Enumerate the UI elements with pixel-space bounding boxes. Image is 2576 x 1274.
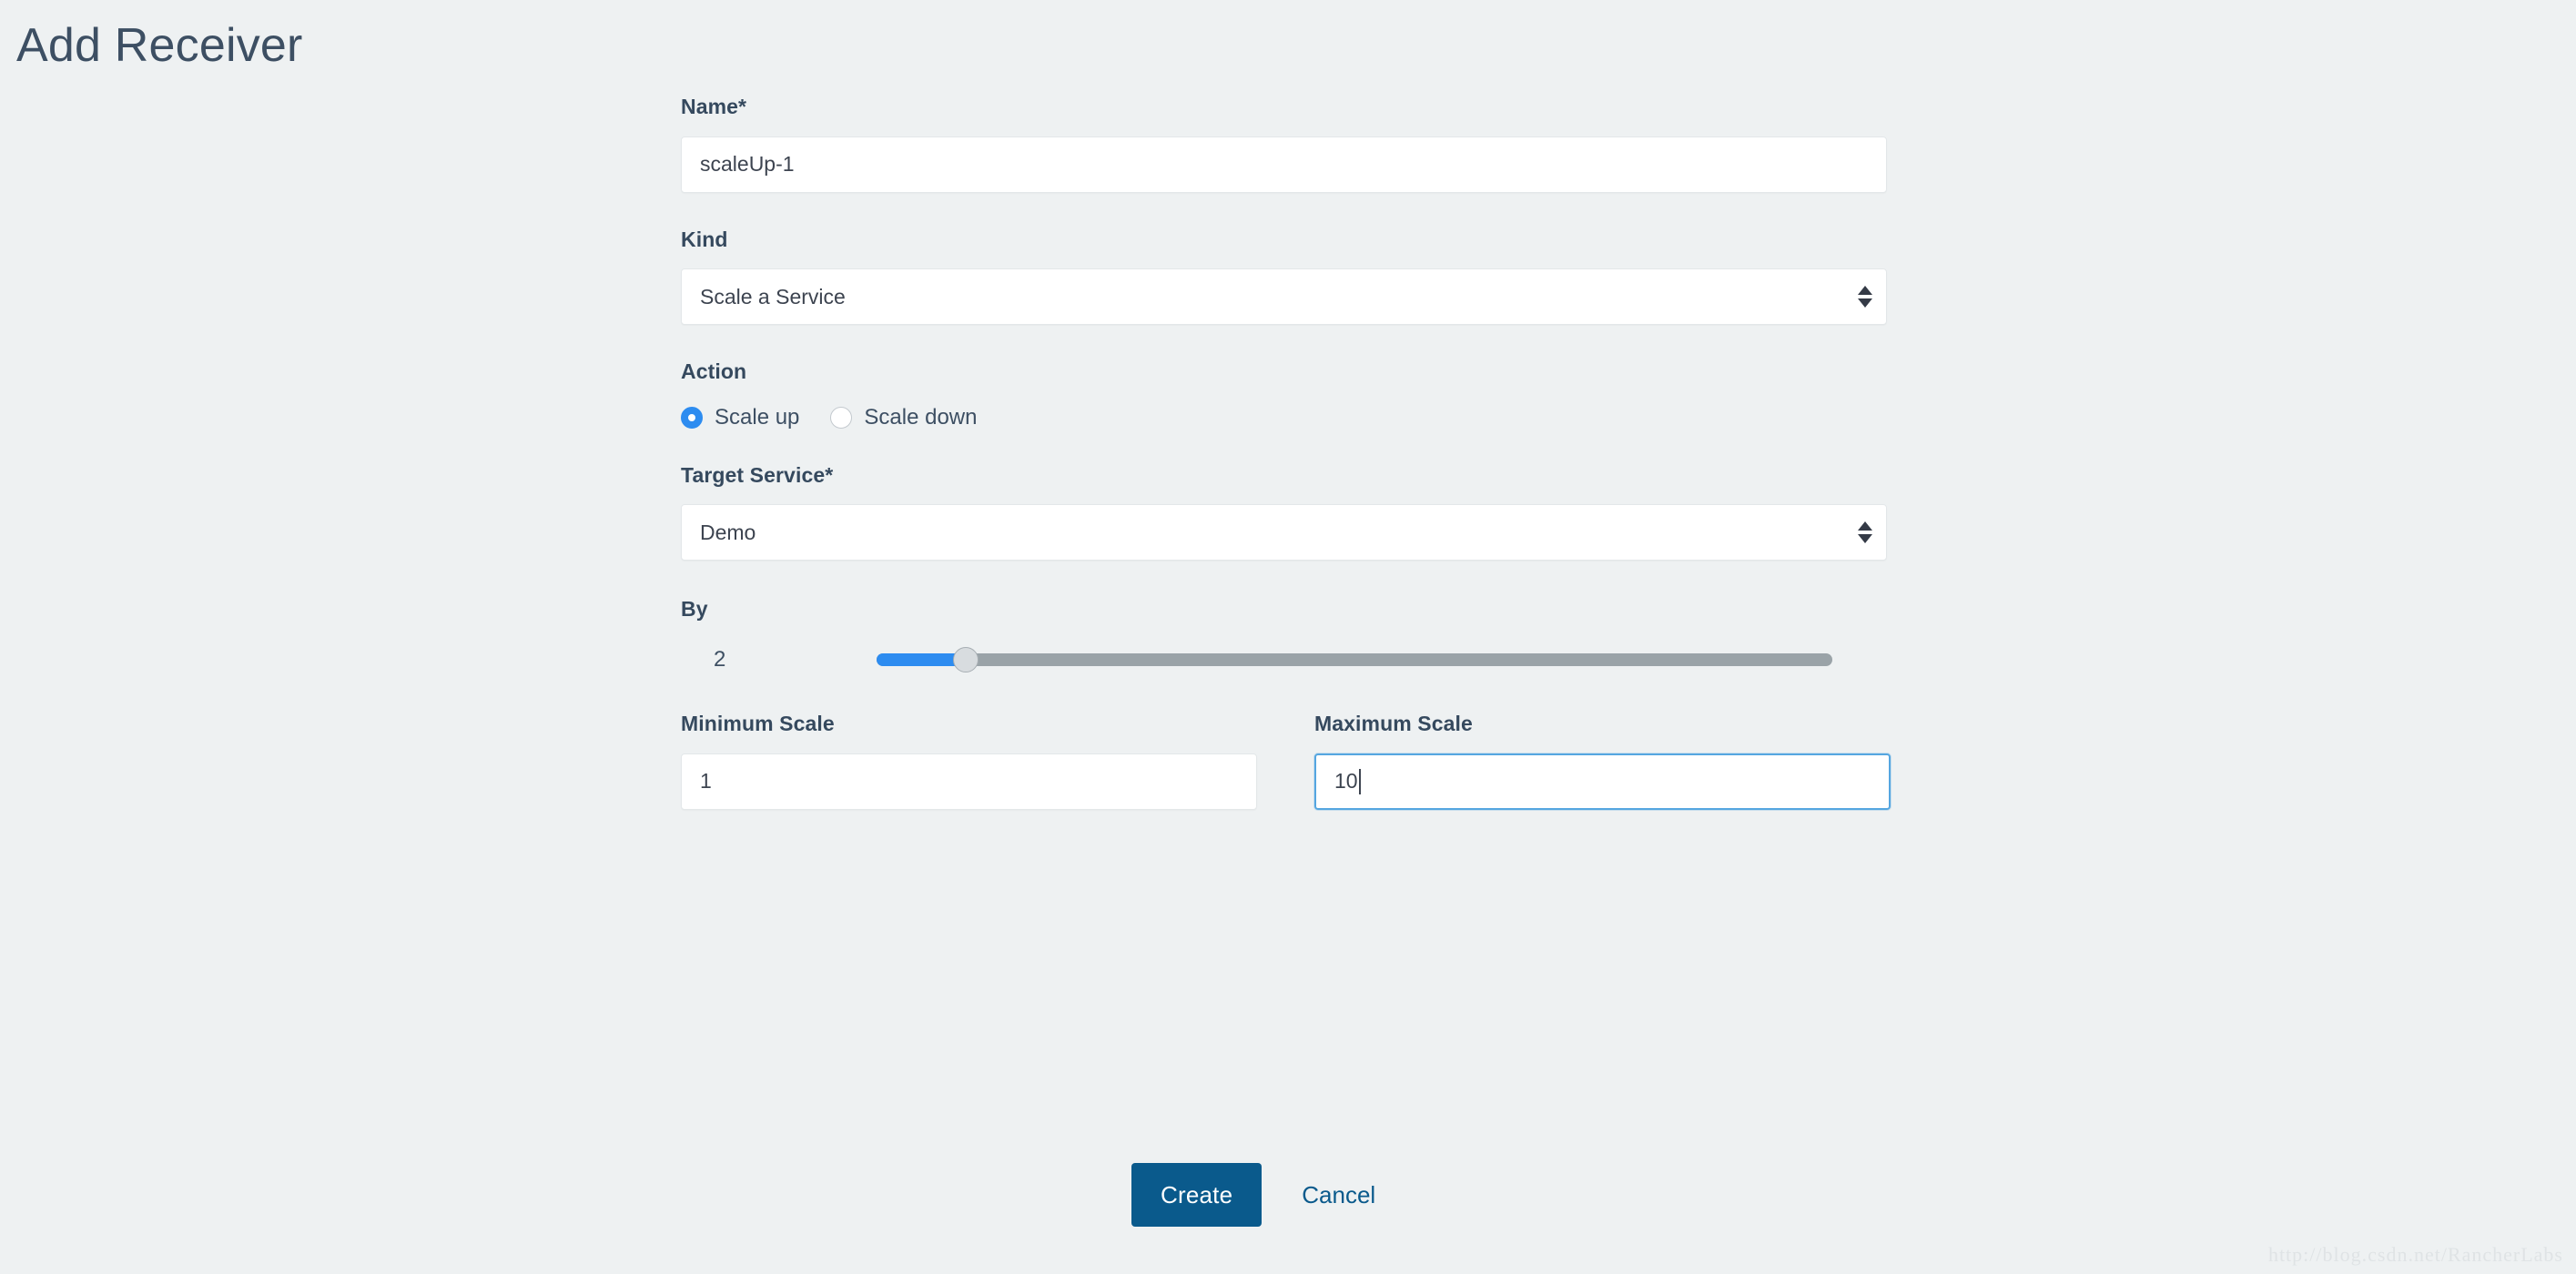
action-radio-group: Scale up Scale down xyxy=(681,405,1891,430)
slider-thumb[interactable] xyxy=(953,647,979,672)
name-label: Name* xyxy=(681,95,1891,120)
maximum-scale-input[interactable]: 10 xyxy=(1314,753,1891,810)
target-service-label: Target Service* xyxy=(681,463,1891,489)
minimum-scale-input-wrap xyxy=(681,753,1257,810)
target-service-select[interactable]: Demo xyxy=(681,504,1887,561)
by-slider-row: 2 xyxy=(681,641,1891,679)
add-receiver-form: Name* Kind Scale a Service Action Scale … xyxy=(681,95,1891,810)
radio-scale-up-label: Scale up xyxy=(715,405,799,430)
field-by: By 2 xyxy=(681,597,1891,679)
field-action: Action Scale up Scale down xyxy=(681,359,1891,430)
field-target-service: Target Service* Demo xyxy=(681,463,1891,561)
name-input[interactable] xyxy=(681,136,1887,193)
field-minimum-scale: Minimum Scale xyxy=(681,712,1257,810)
by-value: 2 xyxy=(681,647,877,672)
field-kind: Kind Scale a Service xyxy=(681,228,1891,326)
radio-scale-down[interactable]: Scale down xyxy=(830,405,977,430)
field-maximum-scale: Maximum Scale 10 xyxy=(1314,712,1891,810)
cancel-button[interactable]: Cancel xyxy=(1302,1181,1375,1209)
maximum-scale-label: Maximum Scale xyxy=(1314,712,1891,737)
kind-select-value: Scale a Service xyxy=(681,268,1887,325)
create-button[interactable]: Create xyxy=(1131,1163,1262,1227)
watermark: http://blog.csdn.net/RancherLabs xyxy=(2268,1243,2563,1267)
kind-select[interactable]: Scale a Service xyxy=(681,268,1887,325)
by-label: By xyxy=(681,597,1891,622)
target-service-select-value: Demo xyxy=(681,504,1887,561)
radio-unselected-icon xyxy=(830,407,852,429)
kind-label: Kind xyxy=(681,228,1891,253)
minimum-scale-input[interactable] xyxy=(681,753,1257,810)
maximum-scale-input-wrap: 10 xyxy=(1314,753,1891,810)
text-caret xyxy=(1359,769,1361,794)
radio-scale-up[interactable]: Scale up xyxy=(681,405,799,430)
field-name: Name* xyxy=(681,95,1891,193)
maximum-scale-value: 10 xyxy=(1334,769,1358,794)
minimum-scale-label: Minimum Scale xyxy=(681,712,1257,737)
form-actions: Create Cancel xyxy=(1131,1163,1375,1227)
radio-scale-down-label: Scale down xyxy=(864,405,977,430)
radio-selected-icon xyxy=(681,407,703,429)
action-label: Action xyxy=(681,359,1891,385)
scale-row: Minimum Scale Maximum Scale 10 xyxy=(681,712,1891,810)
name-input-wrap xyxy=(681,136,1891,193)
slider-track xyxy=(877,653,1832,666)
by-slider[interactable] xyxy=(877,641,1832,679)
page-title: Add Receiver xyxy=(16,20,303,72)
